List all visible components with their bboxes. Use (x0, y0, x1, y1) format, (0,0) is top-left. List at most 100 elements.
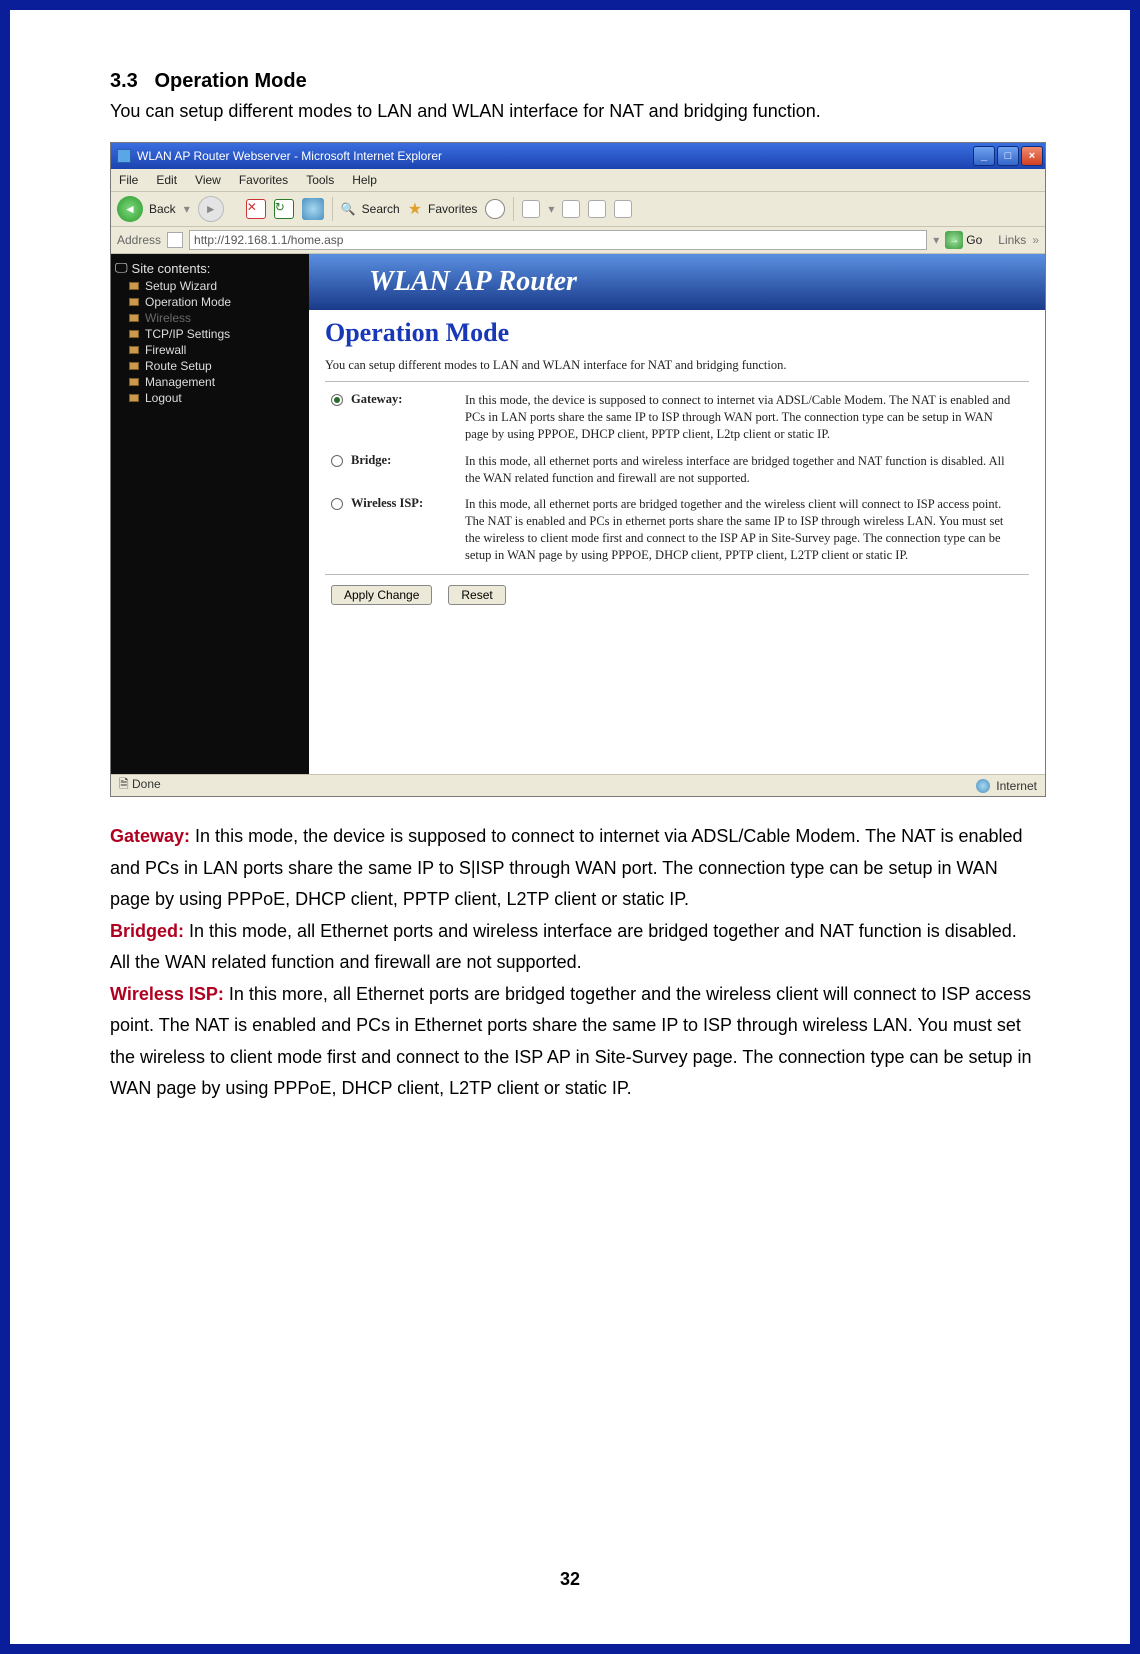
status-bar: 🗎 Done Internet (111, 774, 1045, 796)
window-title: WLAN AP Router Webserver - Microsoft Int… (137, 149, 973, 163)
sidebar-item[interactable]: Wireless (129, 310, 305, 326)
sidebar-item-label: TCP/IP Settings (145, 327, 230, 341)
sidebar-item[interactable]: Firewall (129, 342, 305, 358)
gateway-text: In this mode, the device is supposed to … (110, 826, 1023, 909)
section-intro: You can setup different modes to LAN and… (110, 101, 1040, 122)
home-icon[interactable] (302, 198, 324, 220)
body-paragraphs: Gateway: In this mode, the device is sup… (110, 821, 1040, 1105)
favorites-star-icon[interactable]: ★ (408, 199, 422, 219)
menu-edit[interactable]: Edit (156, 173, 177, 187)
browser-viewport: 🖵 Site contents: Setup Wizard Operation M… (111, 254, 1045, 774)
favorites-label[interactable]: Favorites (428, 202, 477, 216)
search-icon[interactable]: 🔍 (341, 202, 356, 216)
sidebar-item-label: Operation Mode (145, 295, 231, 309)
bridged-text: In this mode, all Ethernet ports and wir… (110, 921, 1017, 973)
banner: WLAN AP Router (309, 254, 1045, 310)
folder-icon (129, 298, 139, 306)
mode-label: Gateway: (351, 392, 402, 407)
wisp-term: Wireless ISP: (110, 984, 224, 1004)
sidebar-item[interactable]: Route Setup (129, 358, 305, 374)
page-icon (167, 232, 183, 248)
divider (325, 574, 1029, 575)
search-label[interactable]: Search (362, 202, 400, 216)
sidebar-heading-label: Site contents: (132, 261, 211, 276)
section-heading: 3.3 Operation Mode (110, 70, 1040, 93)
back-button-icon[interactable]: ◄ (117, 196, 143, 222)
links-label[interactable]: Links (998, 233, 1026, 247)
folder-icon (129, 378, 139, 386)
page-heading: Operation Mode (325, 318, 1029, 348)
sidebar-item-label: Setup Wizard (145, 279, 217, 293)
menu-tools[interactable]: Tools (306, 173, 334, 187)
monitor-icon: 🖵 (115, 260, 128, 276)
section-number: 3.3 (110, 70, 138, 92)
address-label: Address (117, 233, 161, 247)
bridged-term: Bridged: (110, 921, 184, 941)
apply-change-button[interactable]: Apply Change (331, 585, 432, 605)
gateway-term: Gateway: (110, 826, 190, 846)
sidebar-item-label: Wireless (145, 311, 191, 325)
page-status-icon: 🗎 (119, 777, 129, 791)
window-titlebar: WLAN AP Router Webserver - Microsoft Int… (111, 143, 1045, 169)
toolbar-divider (332, 197, 333, 221)
status-done: Done (132, 777, 161, 791)
mode-description: In this mode, all ethernet ports and wir… (465, 453, 1029, 487)
sidebar-item[interactable]: Management (129, 374, 305, 390)
toolbar-divider (513, 197, 514, 221)
mode-row: Bridge: In this mode, all ethernet ports … (325, 453, 1029, 487)
sidebar-item-label: Logout (145, 391, 182, 405)
mode-radio[interactable] (331, 498, 343, 510)
wisp-text: In this more, all Ethernet ports are bri… (110, 984, 1032, 1099)
address-bar: Address http://192.168.1.1/home.asp ▾ → … (111, 227, 1045, 254)
toolbar: ◄ Back ▾ ► ✕ ↻ 🔍 Search ★ Favorites ▾ (111, 192, 1045, 227)
mode-label: Bridge: (351, 453, 391, 468)
go-button[interactable]: → Go (945, 231, 982, 249)
go-icon: → (945, 231, 963, 249)
media-icon[interactable] (485, 199, 505, 219)
section-title: Operation Mode (154, 70, 306, 92)
browser-window: WLAN AP Router Webserver - Microsoft Int… (110, 142, 1046, 797)
maximize-button[interactable]: □ (997, 146, 1019, 166)
mode-radio[interactable] (331, 394, 343, 406)
history-icon[interactable] (522, 200, 540, 218)
mode-row: Wireless ISP: In this mode, all ethernet … (325, 496, 1029, 564)
folder-icon (129, 282, 139, 290)
main-content: WLAN AP Router Operation Mode You can se… (309, 254, 1045, 774)
sidebar-item-label: Management (145, 375, 215, 389)
mode-label: Wireless ISP: (351, 496, 423, 511)
folder-icon (129, 314, 139, 322)
mail-icon[interactable] (562, 200, 580, 218)
mode-description: In this mode, all ethernet ports are bri… (465, 496, 1029, 564)
refresh-icon[interactable]: ↻ (274, 199, 294, 219)
sidebar-heading: 🖵 Site contents: (115, 260, 305, 276)
minimize-button[interactable]: _ (973, 146, 995, 166)
menu-bar: File Edit View Favorites Tools Help (111, 169, 1045, 192)
page-subtext: You can setup different modes to LAN and… (325, 358, 1029, 373)
sidebar-item[interactable]: TCP/IP Settings (129, 326, 305, 342)
edit-icon[interactable] (614, 200, 632, 218)
folder-icon (129, 362, 139, 370)
stop-icon[interactable]: ✕ (246, 199, 266, 219)
mode-row: Gateway: In this mode, the device is supp… (325, 392, 1029, 443)
sidebar-item[interactable]: Operation Mode (129, 294, 305, 310)
sidebar: 🖵 Site contents: Setup Wizard Operation M… (111, 254, 309, 774)
folder-icon (129, 330, 139, 338)
forward-button-icon[interactable]: ► (198, 196, 224, 222)
page-number: 32 (10, 1569, 1130, 1590)
print-icon[interactable] (588, 200, 606, 218)
reset-button[interactable]: Reset (448, 585, 505, 605)
menu-file[interactable]: File (119, 173, 138, 187)
internet-zone-icon (976, 779, 990, 793)
banner-title: WLAN AP Router (369, 266, 577, 298)
address-input[interactable]: http://192.168.1.1/home.asp (189, 230, 927, 250)
mode-description: In this mode, the device is supposed to … (465, 392, 1029, 443)
sidebar-item[interactable]: Setup Wizard (129, 278, 305, 294)
close-button[interactable]: × (1021, 146, 1043, 166)
sidebar-item-label: Firewall (145, 343, 186, 357)
mode-radio[interactable] (331, 455, 343, 467)
menu-favorites[interactable]: Favorites (239, 173, 288, 187)
back-label[interactable]: Back (149, 202, 176, 216)
menu-view[interactable]: View (195, 173, 221, 187)
menu-help[interactable]: Help (352, 173, 377, 187)
sidebar-item[interactable]: Logout (129, 390, 305, 406)
